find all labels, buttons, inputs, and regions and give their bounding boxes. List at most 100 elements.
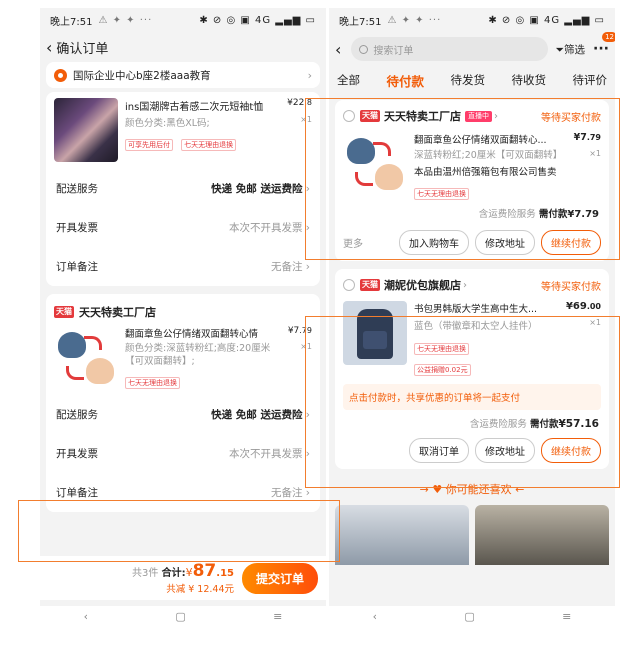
more-link[interactable]: 更多 [343, 235, 363, 250]
delivery-value: 快递 免邮 送运费险 [211, 182, 303, 195]
payment-summary: 含运费险服务 需付款¥7.79 [335, 200, 609, 220]
nav-bar: ‹ 确认订单 [40, 32, 326, 62]
select-checkbox[interactable] [343, 279, 355, 291]
submit-order-button[interactable]: 提交订单 [241, 562, 318, 594]
delivery-row-2[interactable]: 配送服务 快递 免邮 送运费险 › [46, 394, 320, 434]
order-item-2[interactable]: 翻面章鱼公仔情绪双面翻转心情 ¥7.79 颜色分类:深蓝转粉红;高度:20厘米【… [46, 322, 320, 390]
order-status: 等待买家付款 [541, 281, 601, 293]
item-price-decimal: .8 [304, 98, 312, 107]
add-to-cart-button[interactable]: 加入购物车 [399, 230, 469, 255]
order-item[interactable]: 书包男韩版大学生高中生大... ¥69.00 蓝色（带徽章和太空人挂件） ×1 … [335, 293, 609, 376]
search-placeholder: 搜索订单 [373, 45, 414, 57]
back-icon[interactable]: ‹ [46, 38, 52, 57]
chevron-right-icon: › [302, 221, 310, 234]
recommend-product-image[interactable] [475, 505, 609, 565]
back-nav-icon[interactable]: ‹ [373, 610, 377, 623]
remark-value: 无备注 [270, 486, 303, 499]
tab-pending-shipment[interactable]: 待发货 [450, 72, 485, 88]
remark-label: 订单备注 [56, 260, 98, 273]
tab-all[interactable]: 全部 [337, 72, 360, 88]
continue-payment-button[interactable]: 继续付款 [541, 230, 601, 255]
edit-address-button[interactable]: 修改地址 [475, 230, 535, 255]
pay-amount: ¥7.79 [567, 209, 599, 220]
item-spec: 颜色分类:黑色XL码; [125, 118, 210, 129]
android-nav-bar: ‹ ▢ ≡ [329, 606, 615, 626]
item-price-decimal: .79 [586, 133, 601, 142]
back-icon[interactable]: ‹ [335, 40, 341, 59]
search-input[interactable]: 搜索订单 [351, 37, 548, 61]
invoice-row-2[interactable]: 开具发票 本次不开具发票 › [46, 434, 320, 472]
order-card-1: 天猫 天天特卖工厂店 直播中 › 等待买家付款 翻面章鱼公仔情绪双面翻转心...… [335, 100, 609, 261]
store-name: 潮妮优包旗舰店 [384, 279, 461, 292]
tag-seven-day-return: 七天无理由退换 [125, 377, 180, 389]
chevron-right-icon: › [302, 486, 310, 499]
store-header[interactable]: 天猫 天天特卖工厂店 [46, 302, 320, 322]
tmall-badge: 天猫 [360, 110, 380, 122]
store-header[interactable]: 天猫 天天特卖工厂店 直播中 › 等待买家付款 [335, 108, 609, 124]
tab-pending-review[interactable]: 待评价 [572, 72, 607, 88]
store-name: 天天特卖工厂店 [79, 306, 156, 319]
arrow-right-icon: → [419, 483, 433, 496]
tmall-badge: 天猫 [54, 306, 74, 318]
item-spec: 蓝色（带徽章和太空人挂件） [414, 321, 538, 332]
item-title: ins国潮牌古着感二次元短袖t恤 [125, 102, 264, 113]
store-header[interactable]: 天猫 潮妮优包旗舰店 › 等待买家付款 [335, 277, 609, 293]
address-card[interactable]: 国际企业中心b座2楼aaa教育 › [46, 62, 320, 88]
item-price: ¥69 [565, 301, 587, 312]
remark-label: 订单备注 [56, 486, 98, 499]
back-nav-icon[interactable]: ‹ [84, 610, 88, 623]
chevron-right-icon: › [302, 408, 310, 421]
filter-icon: ⏷ [555, 43, 565, 56]
tab-pending-payment[interactable]: 待付款 [386, 71, 424, 90]
home-nav-icon[interactable]: ▢ [464, 610, 474, 623]
tag-seven-day-return: 七天无理由退换 [181, 139, 237, 151]
total-currency: ¥ [185, 566, 193, 579]
delivery-value: 快递 免邮 送运费险 [211, 408, 303, 421]
menu-nav-icon[interactable]: ≡ [273, 610, 282, 623]
tag-charity-donation: 公益捐赠0.02元 [414, 364, 471, 376]
item-spec: 深蓝转粉红;20厘米【可双面翻转】 [414, 150, 563, 161]
remark-value: 无备注 [270, 260, 303, 273]
pay-label: 需付款 [538, 209, 568, 220]
total-amount: 87 [192, 561, 217, 581]
orders-pending-payment-screen: 晚上7:51 ⚠ ✦ ✦ ··· ✱ ⊘ ◎ ▣ 4G ▂▄▆ ▭ ‹ 搜索订单… [329, 8, 615, 626]
edit-address-button[interactable]: 修改地址 [475, 438, 535, 463]
tag-buy-now-pay-later: 可享先用后付 [125, 139, 173, 151]
select-checkbox[interactable] [343, 110, 355, 122]
menu-nav-icon[interactable]: ≡ [562, 610, 571, 623]
invoice-value: 本次不开具发票 [228, 447, 303, 460]
product-image-octopus [54, 326, 118, 390]
order-item-1[interactable]: ins国潮牌古着感二次元短袖t恤 ¥22.8 颜色分类:黑色XL码; ×1 可享… [46, 98, 320, 162]
delivery-row[interactable]: 配送服务 快递 免邮 送运费险 › [46, 168, 320, 208]
invoice-value: 本次不开具发票 [228, 221, 303, 234]
item-title: 翻面章鱼公仔情绪双面翻转心... [414, 135, 547, 146]
continue-payment-button[interactable]: 继续付款 [541, 438, 601, 463]
total-decimal: .15 [216, 568, 234, 579]
cancel-order-button[interactable]: 取消订单 [409, 438, 469, 463]
invoice-row[interactable]: 开具发票 本次不开具发票 › [46, 208, 320, 246]
chevron-right-icon: › [302, 260, 310, 273]
status-system-icons: ✱ ⊘ ◎ ▣ 4G ▂▄▆ ▭ [199, 14, 316, 26]
tab-pending-receipt[interactable]: 待收货 [511, 72, 546, 88]
item-qty: ×1 [300, 115, 312, 124]
tag-seven-day-return: 七天无理由退换 [414, 188, 469, 200]
search-icon [359, 44, 369, 54]
status-notification-icons: ⚠ ✦ ✦ ··· [98, 14, 153, 26]
more-menu-button[interactable]: ··· 12 [593, 32, 615, 57]
home-nav-icon[interactable]: ▢ [175, 610, 185, 623]
status-time: 晚上7:51 [50, 16, 93, 28]
fee-note: 含运费险服务 [478, 209, 536, 220]
item-qty: ×1 [589, 149, 601, 158]
payment-summary: 含运费险服务 需付款¥57.16 [335, 410, 609, 430]
item-price-decimal: .79 [299, 326, 312, 335]
filter-button[interactable]: ⏷筛选 [556, 42, 585, 57]
order-item[interactable]: 翻面章鱼公仔情绪双面翻转心... ¥7.79 深蓝转粉红;20厘米【可双面翻转】… [335, 124, 609, 200]
action-row: 取消订单 修改地址 继续付款 [335, 430, 609, 463]
checkout-bar: 共3件 合计:¥87.15 共减 ¥ 12.44元 提交订单 [40, 556, 326, 600]
recommend-product-image[interactable] [335, 505, 469, 565]
notification-badge: 12 [602, 32, 615, 42]
remark-row-2[interactable]: 订单备注 无备注 › [46, 472, 320, 512]
order-status: 等待买家付款 [541, 112, 601, 124]
remark-row[interactable]: 订单备注 无备注 › [46, 246, 320, 286]
delivery-label: 配送服务 [56, 408, 98, 421]
